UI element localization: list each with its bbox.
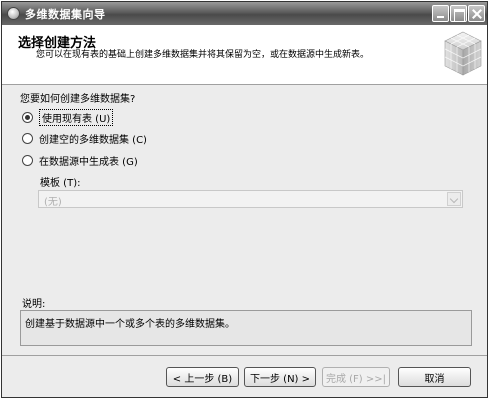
description-label: 说明: [22, 299, 46, 310]
radio-button[interactable] [22, 111, 33, 123]
radio-button[interactable] [22, 132, 33, 144]
window-title: 多维数据集向导 [25, 8, 106, 21]
option-generate-tables[interactable]: 在数据源中生成表 (G) [22, 153, 138, 168]
maximize-button[interactable] [450, 5, 467, 22]
description-text: 创建基于数据源中一个或多个表的多维数据集。 [25, 319, 235, 330]
template-select-value: (无) [44, 197, 62, 208]
finish-button[interactable]: 完成 (F) >>| [322, 367, 390, 387]
option-use-existing-tables[interactable]: 使用现有表 (U) [22, 108, 114, 126]
wizard-content: 您要如何创建多维数据集? 使用现有表 (U) 创建空的多维数据集 (C) 在数据… [2, 86, 487, 354]
back-button[interactable]: < 上一步 (B) [166, 367, 239, 387]
radio-button[interactable] [22, 154, 33, 166]
template-label: 模板 (T): [40, 178, 81, 189]
cube-icon [444, 31, 482, 76]
button-bar: < 上一步 (B) 下一步 (N) > 完成 (F) >>| 取消 [2, 355, 487, 397]
app-icon [7, 7, 20, 20]
option-label: 在数据源中生成表 (G) [39, 156, 138, 168]
option-label: 创建空的多维数据集 (C) [39, 134, 147, 146]
wizard-window: 多维数据集向导 选择创建方法 您可以在现有表的基础上创建多维数据集并将其保留为空… [1, 1, 488, 398]
question-label: 您要如何创建多维数据集? [20, 94, 136, 105]
wizard-header: 选择创建方法 您可以在现有表的基础上创建多维数据集并将其保留为空，或在数据源中生… [2, 25, 487, 85]
template-select[interactable]: (无) [38, 190, 463, 208]
page-subtitle: 您可以在现有表的基础上创建多维数据集并将其保留为空，或在数据源中生成新表。 [36, 50, 370, 60]
minimize-button[interactable] [432, 5, 449, 22]
option-label: 使用现有表 (U) [39, 108, 114, 126]
chevron-down-icon[interactable] [447, 192, 461, 206]
title-bar[interactable]: 多维数据集向导 [2, 2, 487, 25]
close-button[interactable] [468, 5, 485, 22]
description-box: 创建基于数据源中一个或多个表的多维数据集。 [20, 310, 472, 346]
cancel-button[interactable]: 取消 [398, 367, 471, 387]
next-button[interactable]: 下一步 (N) > [244, 367, 316, 387]
option-create-empty-cube[interactable]: 创建空的多维数据集 (C) [22, 131, 147, 146]
